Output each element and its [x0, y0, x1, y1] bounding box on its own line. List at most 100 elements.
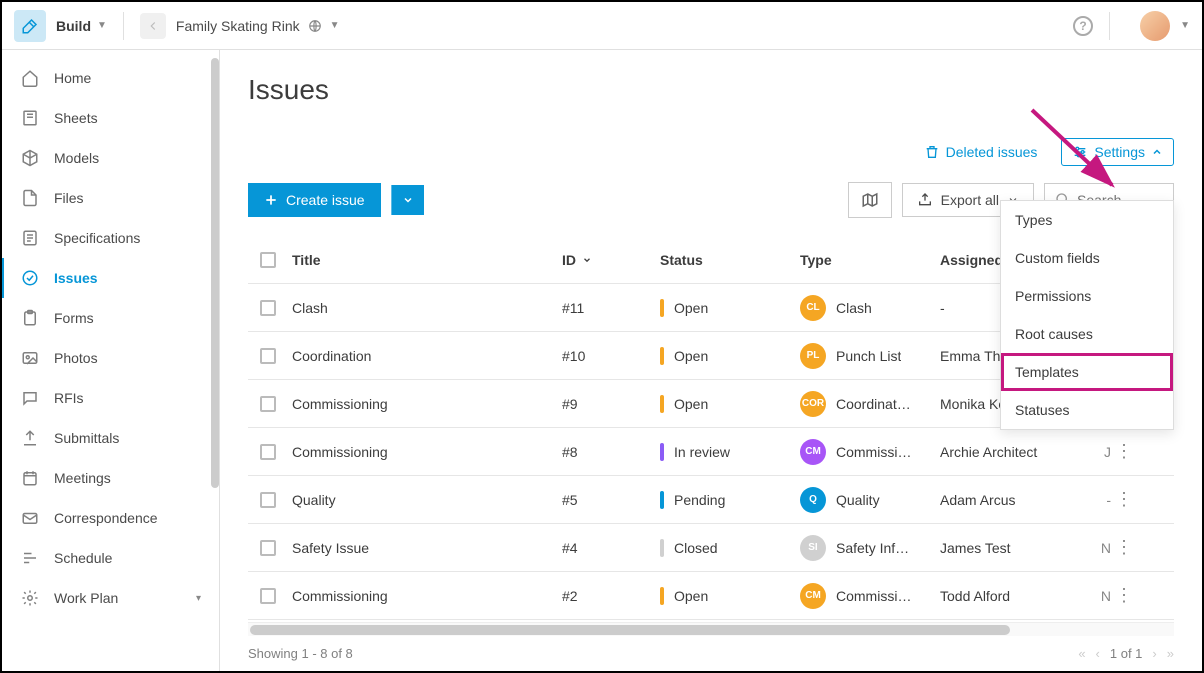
sidebar-item-submittals[interactable]: Submittals: [2, 418, 219, 458]
table-row[interactable]: Quality #5 Pending QQuality Adam Arcus -…: [248, 476, 1174, 524]
col-id[interactable]: ID: [562, 252, 660, 268]
sidebar-item-label: Issues: [54, 270, 98, 286]
row-checkbox[interactable]: [260, 396, 276, 412]
cell-assigned: James Test: [940, 540, 1100, 556]
sidebar-item-schedule[interactable]: Schedule: [2, 538, 219, 578]
col-title[interactable]: Title: [292, 252, 562, 268]
map-view-button[interactable]: [848, 182, 892, 218]
scrollbar[interactable]: [211, 58, 219, 488]
row-checkbox[interactable]: [260, 588, 276, 604]
sidebar-item-sheets[interactable]: Sheets: [2, 98, 219, 138]
create-issue-button[interactable]: Create issue: [248, 183, 381, 217]
sidebar-item-label: Schedule: [54, 550, 112, 566]
sidebar-item-rfis[interactable]: RFIs: [2, 378, 219, 418]
cell-assigned: Adam Arcus: [940, 492, 1100, 508]
create-issue-dropdown[interactable]: [391, 185, 424, 215]
sidebar-item-work-plan[interactable]: Work Plan▾: [2, 578, 219, 618]
back-icon[interactable]: [140, 13, 166, 39]
project-switcher[interactable]: Family Skating Rink ▼: [176, 18, 340, 34]
trash-icon: [924, 144, 940, 160]
sidebar-item-forms[interactable]: Forms: [2, 298, 219, 338]
sidebar-item-specifications[interactable]: Specifications: [2, 218, 219, 258]
sidebar-item-meetings[interactable]: Meetings: [2, 458, 219, 498]
page-last[interactable]: »: [1167, 646, 1174, 661]
settings-item-types[interactable]: Types: [1001, 201, 1173, 239]
row-menu-icon[interactable]: ⋮: [1115, 489, 1132, 510]
app-switcher[interactable]: Build ▼: [56, 18, 107, 34]
settings-item-root-causes[interactable]: Root causes: [1001, 315, 1173, 353]
cell-type: CMCommissi…: [800, 583, 940, 609]
sidebar-item-label: Files: [54, 190, 84, 206]
page-text: 1 of 1: [1110, 646, 1143, 661]
chevron-down-icon: ▼: [1180, 20, 1190, 31]
chevron-down-icon: ▼: [330, 20, 340, 31]
settings-dropdown: Types Custom fields Permissions Root cau…: [1000, 200, 1174, 430]
table-row[interactable]: Commissioning #2 Open CMCommissi… Todd A…: [248, 572, 1174, 620]
sidebar-item-photos[interactable]: Photos: [2, 338, 219, 378]
cell-extra: N: [1101, 540, 1111, 556]
upload-icon: [20, 428, 40, 448]
settings-item-statuses[interactable]: Statuses: [1001, 391, 1173, 429]
pagination: « ‹ 1 of 1 › »: [1078, 646, 1174, 661]
page-first[interactable]: «: [1078, 646, 1085, 661]
cell-assigned: Todd Alford: [940, 588, 1100, 604]
help-icon[interactable]: ?: [1073, 16, 1093, 36]
sliders-icon: [1072, 144, 1088, 160]
sidebar-item-home[interactable]: Home: [2, 58, 219, 98]
chevron-up-icon: [1151, 146, 1163, 158]
cell-id: #11: [562, 300, 660, 316]
settings-item-templates[interactable]: Templates: [1001, 353, 1173, 391]
avatar[interactable]: [1140, 11, 1170, 41]
cell-title: Commissioning: [292, 396, 562, 412]
cell-title: Commissioning: [292, 588, 562, 604]
table-row[interactable]: Safety Issue #4 Closed SISafety Inf… Jam…: [248, 524, 1174, 572]
deleted-issues-link[interactable]: Deleted issues: [924, 144, 1038, 160]
col-status[interactable]: Status: [660, 252, 800, 268]
col-type[interactable]: Type: [800, 252, 940, 268]
row-checkbox[interactable]: [260, 492, 276, 508]
row-checkbox[interactable]: [260, 540, 276, 556]
row-menu-icon[interactable]: ⋮: [1115, 441, 1132, 462]
row-menu-icon[interactable]: ⋮: [1115, 585, 1132, 606]
gear-icon: [20, 588, 40, 608]
mail-icon: [20, 508, 40, 528]
horizontal-scrollbar[interactable]: [248, 622, 1174, 636]
cell-type: CLClash: [800, 295, 940, 321]
sidebar-item-files[interactable]: Files: [2, 178, 219, 218]
select-all-checkbox[interactable]: [260, 252, 276, 268]
cell-extra: N: [1101, 588, 1111, 604]
settings-item-permissions[interactable]: Permissions: [1001, 277, 1173, 315]
page-prev[interactable]: ‹: [1096, 646, 1100, 661]
sidebar-item-label: Work Plan: [54, 590, 118, 606]
settings-item-custom-fields[interactable]: Custom fields: [1001, 239, 1173, 277]
settings-button[interactable]: Settings: [1061, 138, 1174, 166]
sidebar-item-label: Meetings: [54, 470, 111, 486]
cell-status: Open: [660, 347, 800, 365]
row-checkbox[interactable]: [260, 444, 276, 460]
spec-icon: [20, 228, 40, 248]
sidebar-item-models[interactable]: Models: [2, 138, 219, 178]
cell-status: Open: [660, 395, 800, 413]
cell-type: CMCommissi…: [800, 439, 940, 465]
table-row[interactable]: Commissioning #8 In review CMCommissi… A…: [248, 428, 1174, 476]
sidebar-item-label: Models: [54, 150, 99, 166]
app-icon[interactable]: [14, 10, 46, 42]
cell-status: Open: [660, 587, 800, 605]
sidebar-item-correspondence[interactable]: Correspondence: [2, 498, 219, 538]
row-checkbox[interactable]: [260, 348, 276, 364]
sidebar-item-issues[interactable]: Issues: [2, 258, 219, 298]
export-icon: [917, 192, 933, 208]
cell-extra: -: [1106, 492, 1111, 508]
cell-title: Commissioning: [292, 444, 562, 460]
cell-title: Coordination: [292, 348, 562, 364]
cell-title: Quality: [292, 492, 562, 508]
cell-type: SISafety Inf…: [800, 535, 940, 561]
export-label: Export all: [941, 192, 999, 208]
row-checkbox[interactable]: [260, 300, 276, 316]
row-menu-icon[interactable]: ⋮: [1115, 537, 1132, 558]
clipboard-icon: [20, 308, 40, 328]
file-icon: [20, 188, 40, 208]
app-name: Build: [56, 18, 91, 34]
page-next[interactable]: ›: [1152, 646, 1156, 661]
sidebar-item-label: Correspondence: [54, 510, 158, 526]
